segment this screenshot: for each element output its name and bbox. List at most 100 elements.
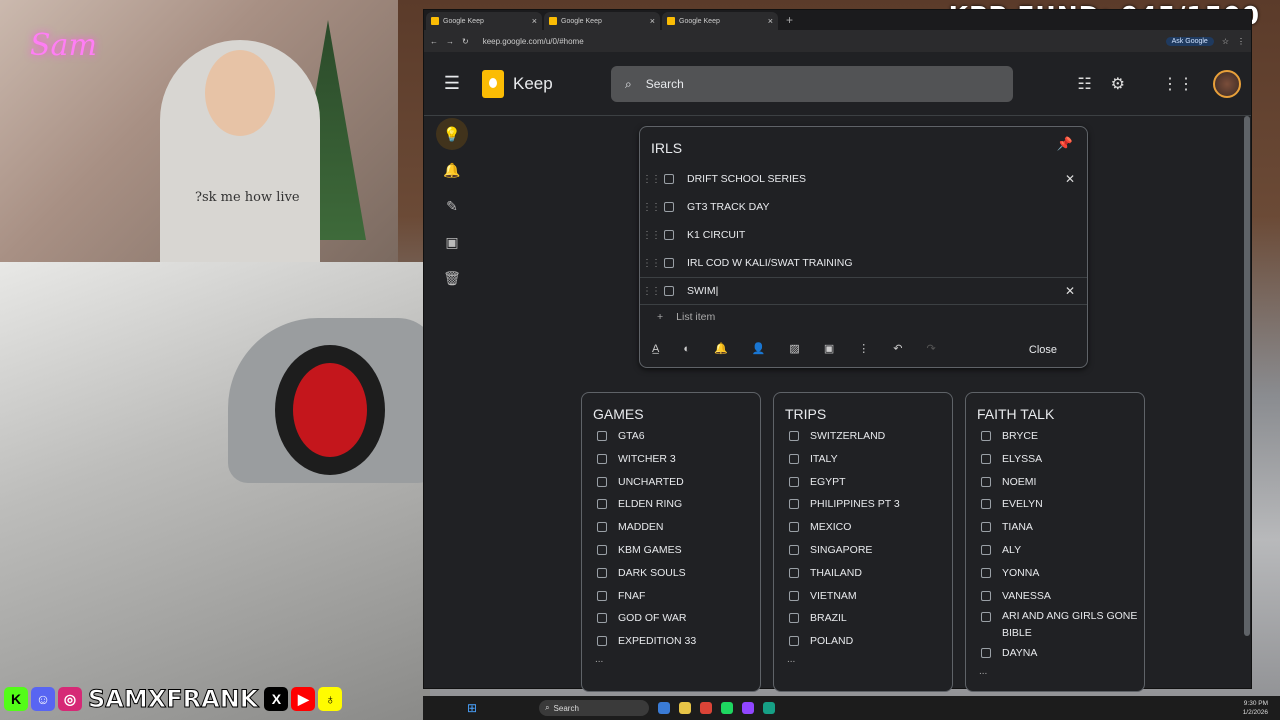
checkbox[interactable] [664, 202, 674, 212]
checkbox[interactable] [981, 476, 991, 487]
apps-grid-icon[interactable]: ⋮⋮ [1162, 74, 1194, 94]
undo-icon[interactable]: ↶ [893, 342, 902, 355]
checkbox[interactable] [597, 453, 607, 464]
checkbox[interactable] [789, 476, 799, 487]
list-item[interactable]: UNCHARTED [582, 476, 760, 499]
checkbox[interactable] [597, 636, 607, 647]
list-item[interactable]: EVELYN [966, 498, 1144, 521]
format-text-icon[interactable]: A̲ [652, 343, 659, 355]
checkbox[interactable] [597, 522, 607, 533]
back-icon[interactable]: ← [430, 37, 438, 46]
drag-handle-icon[interactable]: ⋮⋮ [640, 258, 662, 269]
checkbox[interactable] [664, 230, 674, 240]
settings-gear-icon[interactable]: ⚙ [1111, 74, 1125, 94]
list-item[interactable]: TIANA [966, 521, 1144, 544]
list-item[interactable]: FNAF [582, 590, 760, 613]
pin-icon[interactable]: 📌 [1057, 136, 1073, 152]
sidebar-item-edit-labels[interactable]: ✎ [424, 188, 480, 224]
reload-icon[interactable]: ↻ [462, 37, 469, 46]
checkbox[interactable] [789, 544, 799, 555]
remove-item-icon[interactable]: ✕ [1065, 172, 1075, 186]
list-item[interactable]: SINGAPORE [774, 544, 952, 567]
drag-handle-icon[interactable]: ⋮⋮ [640, 202, 662, 213]
list-item[interactable]: ITALY [774, 453, 952, 476]
archive-icon[interactable]: ▣ [824, 342, 834, 355]
checkbox[interactable] [981, 544, 991, 555]
checkbox[interactable] [789, 431, 799, 441]
checkbox[interactable] [981, 567, 991, 578]
remind-me-icon[interactable]: 🔔 [714, 342, 728, 355]
list-item[interactable]: GOD OF WAR [582, 612, 760, 635]
checkbox[interactable] [981, 612, 991, 623]
checkbox[interactable] [597, 476, 607, 487]
drag-handle-icon[interactable]: ⋮⋮ [640, 286, 662, 297]
list-item[interactable]: THAILAND [774, 567, 952, 590]
sidebar-item-reminders[interactable]: 🔔 [424, 152, 480, 188]
bookmark-star-icon[interactable]: ☆ [1222, 37, 1229, 46]
checklist-item[interactable]: ⋮⋮ K1 CIRCUIT [640, 221, 1087, 249]
checkbox[interactable] [789, 613, 799, 624]
checkbox[interactable] [981, 648, 991, 659]
checkbox[interactable] [981, 431, 991, 441]
list-item[interactable]: NOEMI [966, 476, 1144, 499]
windows-start-icon[interactable]: ⊞ [467, 701, 477, 715]
main-menu-icon[interactable]: ☰ [428, 73, 476, 94]
url-field[interactable]: keep.google.com/u/0/#home [483, 37, 584, 46]
checkbox[interactable] [597, 499, 607, 510]
note-card-faith-talk[interactable]: FAITH TALK BRYCE ELYSSA NOEMI EVELYN TIA… [965, 392, 1145, 692]
checkbox[interactable] [664, 174, 674, 184]
new-tab-button[interactable]: + [786, 13, 793, 27]
add-image-icon[interactable]: ▨ [789, 342, 799, 355]
checkbox[interactable] [789, 499, 799, 510]
list-item[interactable]: PHILIPPINES PT 3 [774, 498, 952, 521]
checkbox[interactable] [981, 453, 991, 464]
close-tab-icon[interactable]: × [532, 16, 537, 26]
scrollbar[interactable] [1243, 116, 1251, 636]
checklist-item[interactable]: ⋮⋮ GT3 TRACK DAY [640, 193, 1087, 221]
checkbox[interactable] [981, 499, 991, 510]
checkbox[interactable] [981, 522, 991, 533]
checkbox[interactable] [789, 590, 799, 601]
drag-handle-icon[interactable]: ⋮⋮ [640, 174, 662, 185]
more-icon[interactable]: ⋮ [858, 342, 869, 355]
checkbox[interactable] [664, 286, 674, 296]
edge-icon[interactable] [658, 702, 671, 714]
list-item[interactable]: SWITZERLAND [774, 430, 952, 453]
system-clock[interactable]: 9:30 PM 1/2/2026 [1243, 699, 1268, 717]
checkbox[interactable] [664, 258, 674, 268]
note-card-trips[interactable]: TRIPS SWITZERLAND ITALY EGYPT PHILIPPINE… [773, 392, 953, 692]
file-explorer-icon[interactable] [679, 702, 692, 714]
forward-icon[interactable]: → [446, 37, 454, 46]
list-item[interactable]: WITCHER 3 [582, 453, 760, 476]
note-title[interactable]: IRLS [651, 140, 682, 156]
checklist-item-editing[interactable]: ⋮⋮ SWIM | ✕ [640, 277, 1087, 305]
checkbox[interactable] [597, 431, 607, 441]
browser-tab[interactable]: Google Keep × [544, 12, 660, 30]
checkbox[interactable] [789, 567, 799, 578]
app-icon[interactable] [763, 702, 776, 714]
list-item[interactable]: BRYCE [966, 430, 1144, 453]
menu-dots-icon[interactable]: ⋮ [1237, 37, 1245, 46]
checkbox[interactable] [789, 453, 799, 464]
list-item[interactable]: KBM GAMES [582, 544, 760, 567]
taskbar-search[interactable]: ⌕ Search [539, 700, 650, 716]
remove-item-icon[interactable]: ✕ [1065, 284, 1075, 298]
list-item[interactable]: YONNA [966, 567, 1144, 590]
list-item[interactable]: DARK SOULS [582, 567, 760, 590]
list-item[interactable]: EGYPT [774, 476, 952, 499]
sidebar-item-trash[interactable]: 🗑 [424, 260, 480, 296]
collaborator-icon[interactable]: 👤 [752, 342, 766, 355]
list-item[interactable]: ELYSSA [966, 453, 1144, 476]
checkbox[interactable] [981, 590, 991, 601]
list-item[interactable]: ARI AND ANG GIRLS GONE BIBLE [966, 608, 1144, 647]
chrome-icon[interactable] [700, 702, 713, 714]
checkbox[interactable] [597, 613, 607, 624]
list-item[interactable]: MADDEN [582, 521, 760, 544]
search-bar[interactable]: ⌕ Search [611, 66, 1013, 102]
list-item[interactable]: ELDEN RING [582, 498, 760, 521]
app-icon[interactable] [742, 702, 755, 714]
close-button[interactable]: Close [1029, 344, 1057, 356]
close-tab-icon[interactable]: × [768, 16, 773, 26]
sidebar-item-archive[interactable]: ▣ [424, 224, 480, 260]
list-item[interactable]: MEXICO [774, 521, 952, 544]
